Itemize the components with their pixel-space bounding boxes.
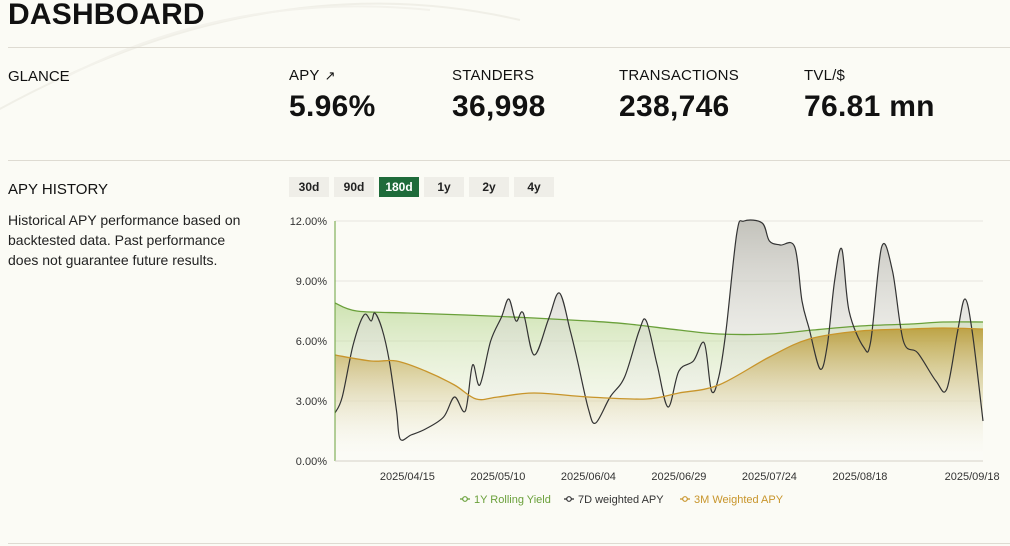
stat-tvl: TVL/$ 76.81 mn xyxy=(804,67,935,124)
x-tick-label: 2025/05/10 xyxy=(470,471,525,483)
range-button-90d[interactable]: 90d xyxy=(334,177,374,197)
range-button-4y[interactable]: 4y xyxy=(514,177,554,197)
range-selector: 30d 90d 180d 1y 2y 4y xyxy=(289,177,554,197)
y-tick-label: 9.00% xyxy=(296,276,327,288)
y-tick-label: 0.00% xyxy=(296,456,327,468)
apy-history-chart: 0.00% 3.00% 6.00% 9.00% 12.00% 2025/04/15 2025… xyxy=(290,216,1000,506)
range-button-180d[interactable]: 180d xyxy=(379,177,419,197)
legend-label: 7D weighted APY xyxy=(578,494,664,506)
divider xyxy=(8,47,1010,48)
stat-value: 36,998 xyxy=(452,90,546,123)
stat-value: 238,746 xyxy=(619,90,730,123)
stat-apy: APY ↗ 5.96% xyxy=(289,67,376,124)
stat-label: TVL/$ xyxy=(804,67,846,84)
x-tick-label: 2025/08/18 xyxy=(832,471,887,483)
y-tick-label: 3.00% xyxy=(296,396,327,408)
stat-transactions: TRANSACTIONS 238,746 xyxy=(619,67,739,124)
stat-value: 76.81 mn xyxy=(804,90,935,123)
legend-label: 3M Weighted APY xyxy=(694,494,784,506)
divider xyxy=(8,543,1010,544)
range-button-1y[interactable]: 1y xyxy=(424,177,464,197)
stat-standers: STANDERS 36,998 xyxy=(452,67,546,124)
y-tick-label: 6.00% xyxy=(296,336,327,348)
x-tick-label: 2025/04/15 xyxy=(380,471,435,483)
x-tick-label: 2025/06/29 xyxy=(651,471,706,483)
legend-label: 1Y Rolling Yield xyxy=(474,494,551,506)
range-button-30d[interactable]: 30d xyxy=(289,177,329,197)
x-tick-label: 2025/09/18 xyxy=(945,471,1000,483)
stat-label: APY xyxy=(289,67,320,84)
legend-marker xyxy=(682,496,688,502)
y-tick-label: 12.00% xyxy=(290,216,328,228)
page-title: DASHBOARD xyxy=(8,0,205,31)
divider xyxy=(8,160,1010,161)
x-tick-label: 2025/06/04 xyxy=(561,471,616,483)
x-tick-label: 2025/07/24 xyxy=(742,471,797,483)
range-button-2y[interactable]: 2y xyxy=(469,177,509,197)
stat-value: 5.96% xyxy=(289,90,376,123)
apy-history-label: APY HISTORY xyxy=(8,181,109,198)
apy-history-description: Historical APY performance based on back… xyxy=(8,212,241,268)
stat-label: TRANSACTIONS xyxy=(619,67,739,84)
legend-marker xyxy=(462,496,468,502)
arrow-up-right-icon: ↗ xyxy=(324,67,336,83)
glance-label: GLANCE xyxy=(8,68,70,85)
stat-label: STANDERS xyxy=(452,67,535,84)
legend-marker xyxy=(566,496,572,502)
